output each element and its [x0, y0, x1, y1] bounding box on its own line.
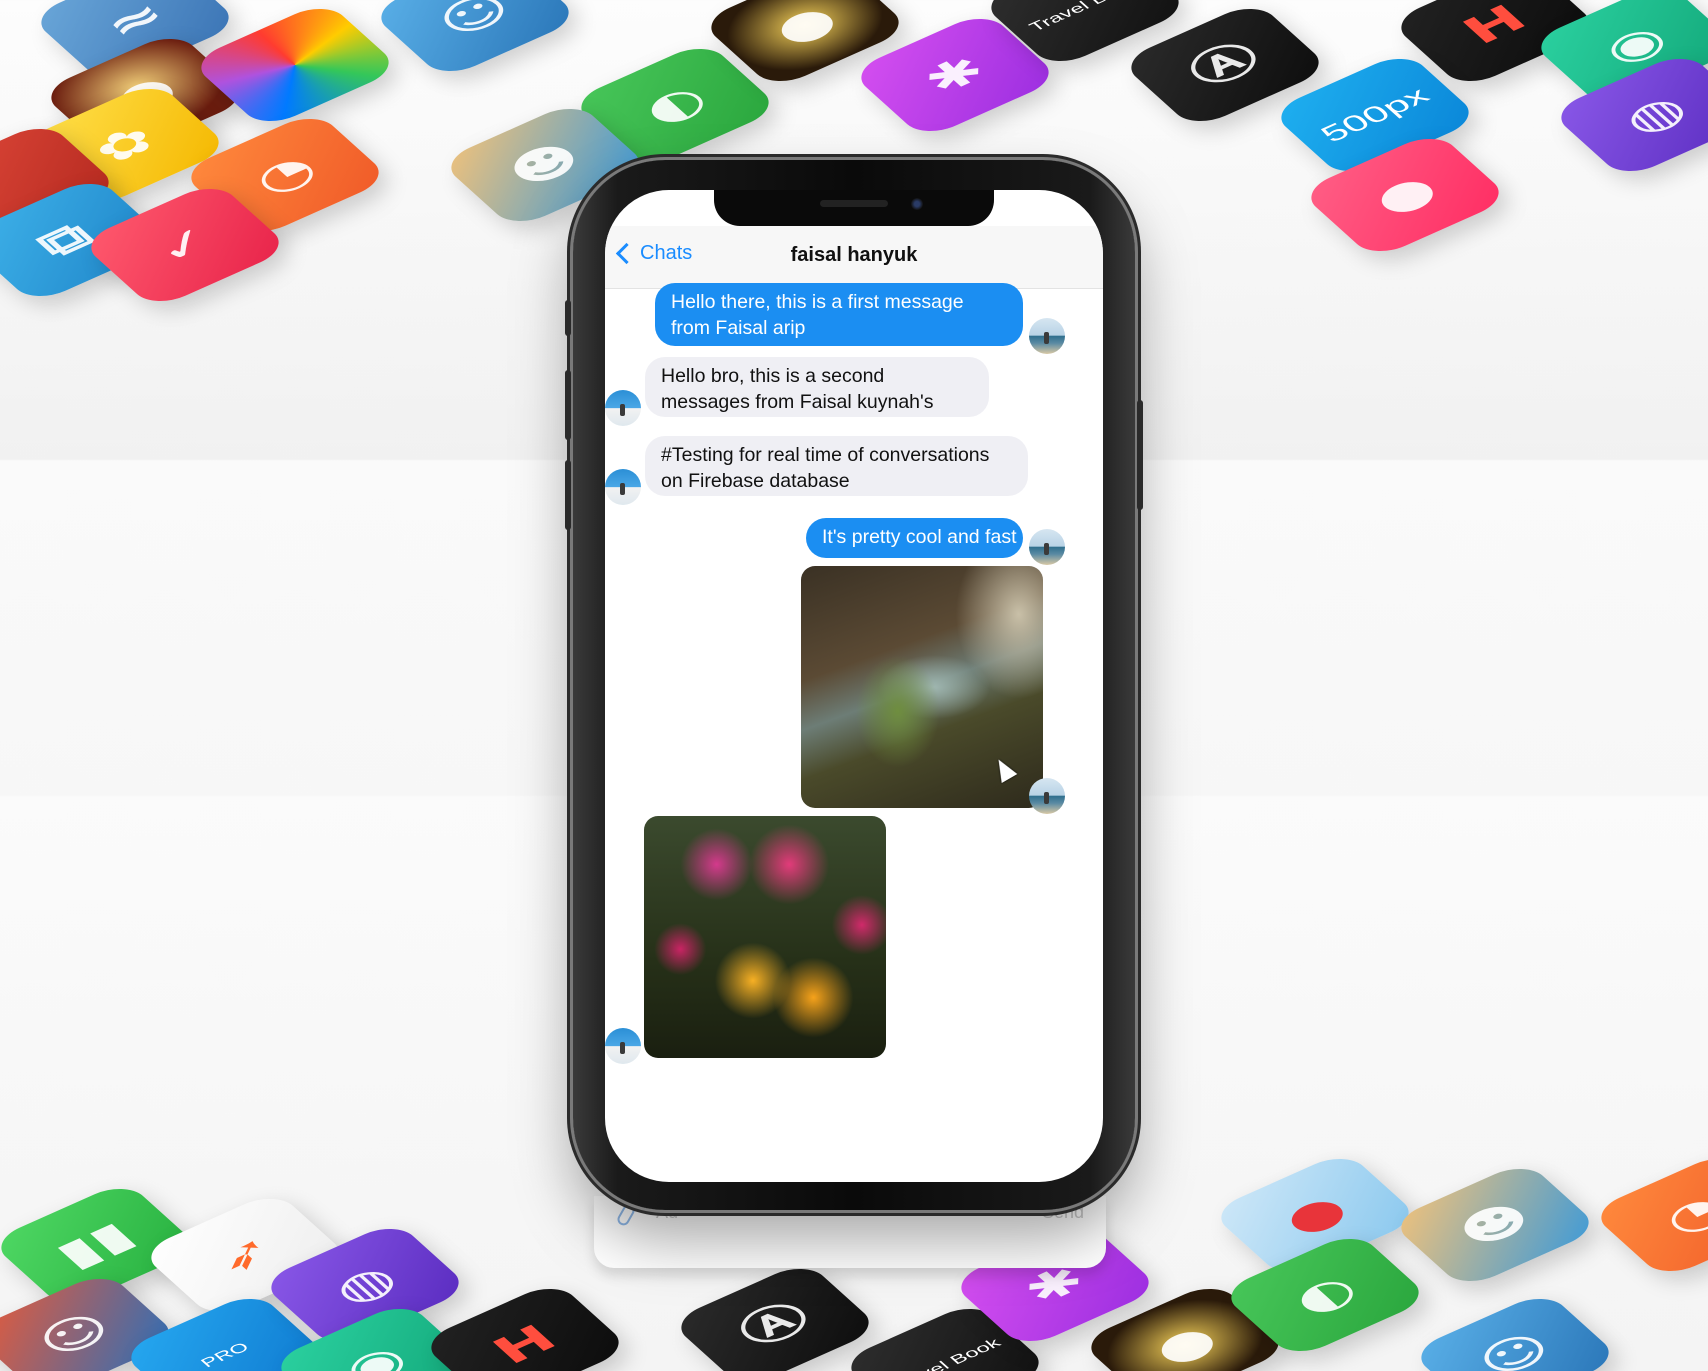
background-app-icon-cartoon: ☺: [368, 0, 582, 80]
message-bubble-outgoing[interactable]: It's pretty cool and fast: [806, 518, 1023, 558]
earpiece-speaker: [820, 200, 888, 207]
timer-icon: ◔: [1650, 1186, 1708, 1244]
message-bubble-incoming[interactable]: #Testing for real time of conversations …: [645, 436, 1028, 496]
swift-bird-icon: ➶: [201, 1227, 289, 1283]
sender-avatar[interactable]: [1029, 529, 1065, 565]
app-glyph-icon: ✓: [141, 217, 229, 273]
background-app-icon-hero-bottom: ☺: [1408, 1290, 1622, 1371]
eye-icon: ◉: [330, 1336, 420, 1371]
letter-a-icon: Ⓐ: [1177, 35, 1273, 95]
phone-screen: Chats faisal hanyuk Hello there, this is…: [605, 190, 1103, 1182]
app-glyph-icon: H: [1451, 0, 1539, 53]
sender-avatar[interactable]: [1029, 778, 1065, 814]
recipient-avatar[interactable]: [605, 1028, 641, 1064]
globe-icon: ◍: [320, 1256, 410, 1314]
travel-book-label: Travel Book: [1025, 0, 1145, 35]
app-glyph-icon: ✿: [81, 117, 169, 173]
app-glyph-icon: ☺: [1465, 1324, 1565, 1371]
message-image-flowers[interactable]: [644, 816, 886, 1058]
scanner-icon: ⧉: [25, 213, 105, 267]
chat-title: faisal hanyuk: [790, 244, 918, 266]
background-app-icon-orange-bottom: ◔: [1588, 1150, 1708, 1280]
app-glyph-icon: ☻: [495, 134, 595, 196]
globe-icon: ◍: [1610, 86, 1700, 144]
silent-switch: [565, 300, 571, 336]
lightbulb-icon: ●: [1360, 166, 1450, 224]
background-app-icon-cartoon-bottom: ☻: [1388, 1160, 1602, 1290]
app-glyph-icon: ●: [1140, 1316, 1230, 1371]
front-camera: [911, 198, 923, 210]
500px-label: 500px: [1313, 82, 1436, 147]
volume-down-button: [565, 460, 571, 530]
pro-label: PRO: [196, 1339, 253, 1371]
navigation-bar: Chats faisal hanyuk: [605, 226, 1103, 289]
message-bubble-incoming[interactable]: Hello bro, this is a second messages fro…: [645, 357, 989, 417]
phone-notch: [714, 190, 994, 226]
molecule-icon: ✱: [911, 47, 999, 103]
phone-frame: Chats faisal hanyuk Hello there, this is…: [565, 160, 1143, 1210]
elephant-icon: ◐: [630, 76, 720, 134]
recipient-avatar[interactable]: [605, 390, 641, 426]
bar-chart-icon: ▮▮: [44, 1213, 146, 1277]
recipient-avatar[interactable]: [605, 469, 641, 505]
paperclip-icon[interactable]: [615, 1202, 637, 1228]
app-glyph-icon: H: [481, 1317, 569, 1371]
app-glyph-icon: ☺: [425, 0, 525, 46]
app-glyph-icon: ●: [760, 0, 850, 54]
elephant-icon: ◐: [1280, 1266, 1370, 1324]
message-bubble-outgoing[interactable]: Hello there, this is a first message fro…: [655, 283, 1023, 346]
timer-icon: ◔: [240, 146, 330, 204]
background-app-icon-a-circle-bottom: Ⓐ: [668, 1260, 882, 1371]
app-glyph-icon: ●: [1270, 1186, 1360, 1244]
travel-book-label: Travel Book: [885, 1335, 1005, 1371]
app-glyph-icon: ☻: [1445, 1194, 1545, 1256]
letter-a-icon: Ⓐ: [727, 1295, 823, 1355]
power-button: [1137, 400, 1143, 510]
volume-up-button: [565, 370, 571, 440]
sender-avatar[interactable]: [1029, 318, 1065, 354]
app-glyph-icon: ☺: [25, 1304, 125, 1366]
